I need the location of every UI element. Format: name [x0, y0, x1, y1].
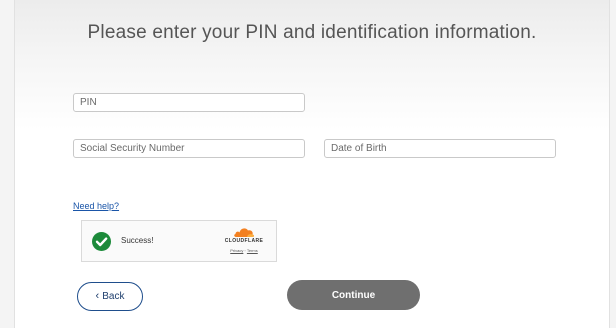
privacy-link[interactable]: Privacy — [230, 248, 243, 253]
back-button-label: Back — [102, 291, 125, 302]
back-button[interactable]: ‹ Back — [77, 282, 143, 311]
cloudflare-captcha-widget: Success! CLOUDFLARE Privacy · Terms — [81, 220, 277, 262]
cloudflare-cloud-icon — [234, 228, 254, 237]
checkmark-icon — [92, 232, 111, 251]
cloudflare-logo: CLOUDFLARE Privacy · Terms — [219, 226, 269, 256]
captcha-status-text: Success! — [121, 236, 154, 245]
page-title: Please enter your PIN and identification… — [87, 22, 537, 43]
cloudflare-wordmark: CLOUDFLARE — [224, 238, 264, 244]
chevron-left-icon: ‹ — [95, 290, 100, 302]
continue-button[interactable]: Continue — [287, 280, 420, 310]
ssn-input[interactable] — [73, 139, 305, 158]
identity-form-panel: Please enter your PIN and identification… — [14, 0, 610, 328]
need-help-link[interactable]: Need help? — [73, 201, 119, 211]
date-of-birth-input[interactable] — [324, 139, 556, 158]
pin-input[interactable] — [73, 93, 305, 112]
captcha-links: Privacy · Terms — [219, 248, 269, 253]
terms-link[interactable]: Terms — [247, 248, 258, 253]
link-separator: · — [244, 248, 246, 253]
